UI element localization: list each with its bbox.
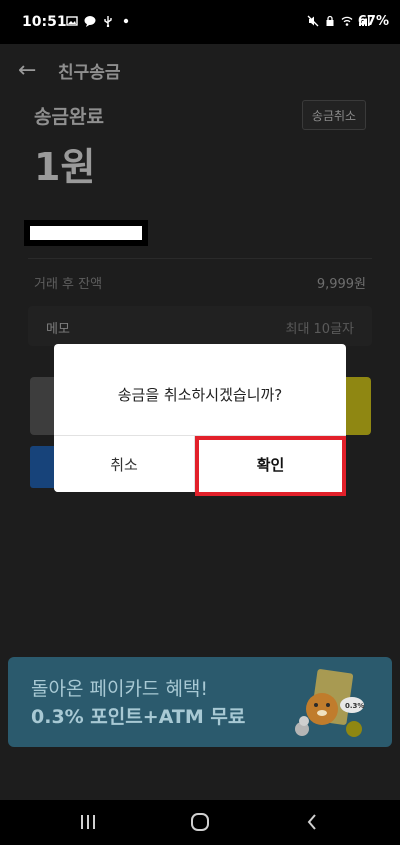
transfer-amount: 1원 <box>34 145 96 189</box>
memo-label: 메모 <box>46 322 70 337</box>
status-time: 10:51 <box>22 14 67 30</box>
back-arrow-icon[interactable]: ← <box>18 58 36 83</box>
memo-field[interactable]: 메모 최대 10글자 <box>28 306 372 346</box>
wifi-icon <box>341 16 353 26</box>
lock-icon <box>326 15 334 26</box>
dot-icon <box>123 18 129 24</box>
transfer-status: 송금완료 <box>34 106 104 128</box>
cancel-transfer-dialog: 송금을 취소하시겠습니까? 취소 확인 <box>54 344 346 492</box>
home-icon <box>191 813 209 831</box>
page-title: 친구송금 <box>58 63 121 83</box>
dialog-message: 송금을 취소하시겠습니까? <box>117 386 283 404</box>
memo-placeholder: 최대 10글자 <box>285 322 354 337</box>
promo-banner[interactable]: 돌아온 페이카드 혜택! 0.3% 포인트+ATM 무료 0.3% <box>8 657 392 747</box>
status-bar: 10:51 67% <box>0 0 400 44</box>
ryan-card-illustration-icon: 0.3% <box>295 669 364 737</box>
balance-label: 거래 후 잔액 <box>34 277 103 292</box>
dialog-confirm-button[interactable]: 확인 <box>195 436 346 492</box>
redacted-recipient <box>24 220 148 246</box>
cancel-transfer-button[interactable]: 송금취소 <box>302 100 366 130</box>
divider <box>28 258 372 259</box>
balance-value: 9,999원 <box>316 277 366 292</box>
banner-subline: 0.3% 포인트+ATM 무료 <box>31 706 246 728</box>
recent-apps-icon <box>81 815 95 829</box>
chat-icon <box>84 16 96 27</box>
navigation-bar <box>0 800 400 845</box>
banner-badge: 0.3% <box>345 702 364 710</box>
banner-headline: 돌아온 페이카드 혜택! <box>31 678 209 700</box>
recent-apps-button[interactable] <box>73 810 103 834</box>
back-icon <box>307 814 316 830</box>
mute-icon <box>307 15 319 27</box>
battery-percent: 67% <box>357 14 389 29</box>
status-left-icons <box>66 15 132 27</box>
dialog-cancel-button[interactable]: 취소 <box>54 436 194 492</box>
image-icon <box>66 16 78 26</box>
home-button[interactable] <box>185 810 215 834</box>
back-button[interactable] <box>297 810 327 834</box>
redacted-bar <box>30 226 142 240</box>
usb-icon <box>104 16 112 27</box>
